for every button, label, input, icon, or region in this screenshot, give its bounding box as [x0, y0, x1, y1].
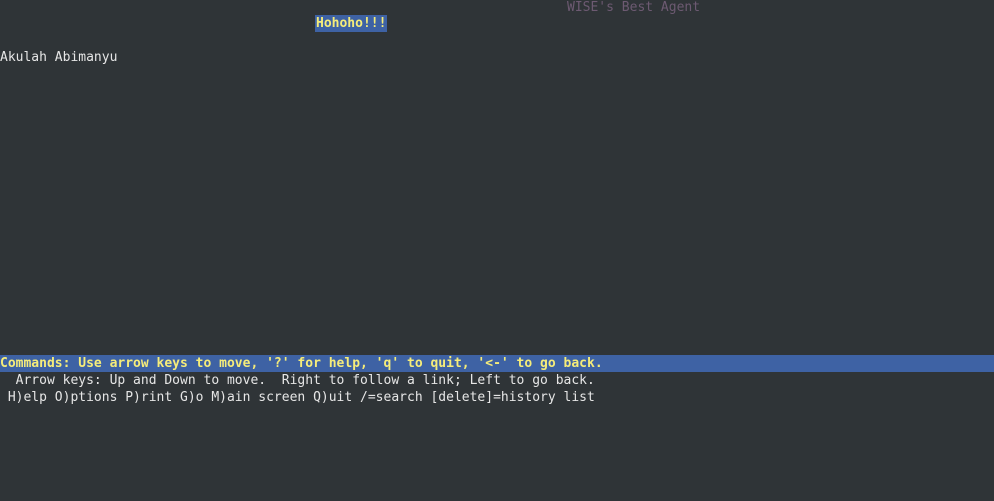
help-line-commands: H)elp O)ptions P)rint G)o M)ain screen Q…	[0, 390, 595, 405]
command-status-bar: Commands: Use arrow keys to move, '?' fo…	[0, 355, 994, 372]
body-text: Akulah Abimanyu	[0, 50, 118, 65]
page-title: WISE's Best Agent	[567, 0, 701, 15]
hohoho-link[interactable]: Hohoho!!!	[315, 15, 388, 32]
help-line-arrow-keys: Arrow keys: Up and Down to move. Right t…	[0, 373, 595, 388]
